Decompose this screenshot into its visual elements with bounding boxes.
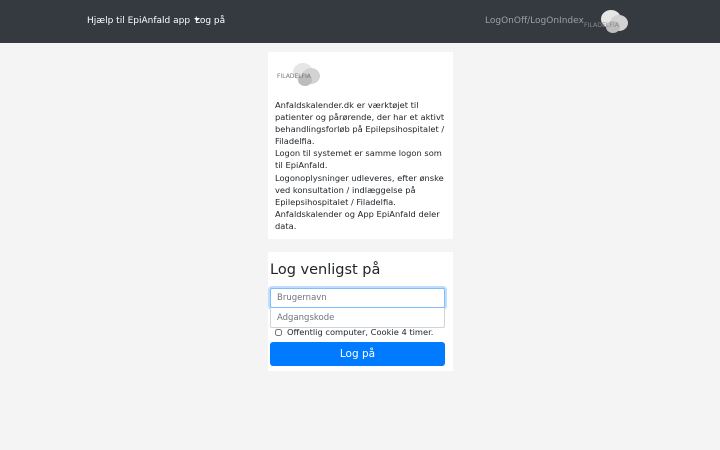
info-text: Anfaldskalender.dk er værktøjet til pati… bbox=[275, 99, 447, 232]
username-input[interactable] bbox=[270, 288, 445, 308]
info-paragraph: Anfaldskalender.dk er værktøjet til pati… bbox=[275, 100, 445, 147]
logon-links[interactable]: LogOnOff/LogOnIndex bbox=[485, 14, 584, 28]
login-title: Log venligst på bbox=[270, 262, 381, 278]
info-paragraph: Logon til systemet er samme logon som ti… bbox=[275, 148, 442, 171]
help-menu-dropdown[interactable]: Hjælp til EpiAnfald app bbox=[87, 14, 201, 28]
top-navbar: Hjælp til EpiAnfald app Log på LogOnOff/… bbox=[0, 0, 720, 43]
password-input[interactable] bbox=[270, 308, 445, 328]
logo-text: FILADELFIA bbox=[584, 22, 620, 29]
nav-login-link[interactable]: Log på bbox=[195, 14, 225, 28]
logo-text: FILADELFIA bbox=[277, 73, 312, 80]
remember-label: Offentlig computer, Cookie 4 timer. bbox=[287, 327, 434, 337]
login-submit-button[interactable]: Log på bbox=[270, 342, 445, 366]
remember-option: Offentlig computer, Cookie 4 timer. bbox=[275, 327, 433, 337]
help-menu-label: Hjælp til EpiAnfald app bbox=[87, 16, 191, 26]
filadelfia-logo: FILADELFIA bbox=[277, 63, 320, 86]
filadelfia-logo: FILADELFIA bbox=[584, 10, 628, 33]
info-paragraph: Anfaldskalender og App EpiAnfald deler d… bbox=[275, 208, 440, 231]
public-computer-checkbox[interactable] bbox=[275, 328, 282, 336]
info-paragraph: Logonoplysninger udleveres, efter ønske … bbox=[275, 172, 444, 207]
login-card: Log venligst på Offentlig computer, Cook… bbox=[268, 252, 453, 371]
info-card: FILADELFIA Anfaldskalender.dk er værktøj… bbox=[268, 52, 453, 239]
